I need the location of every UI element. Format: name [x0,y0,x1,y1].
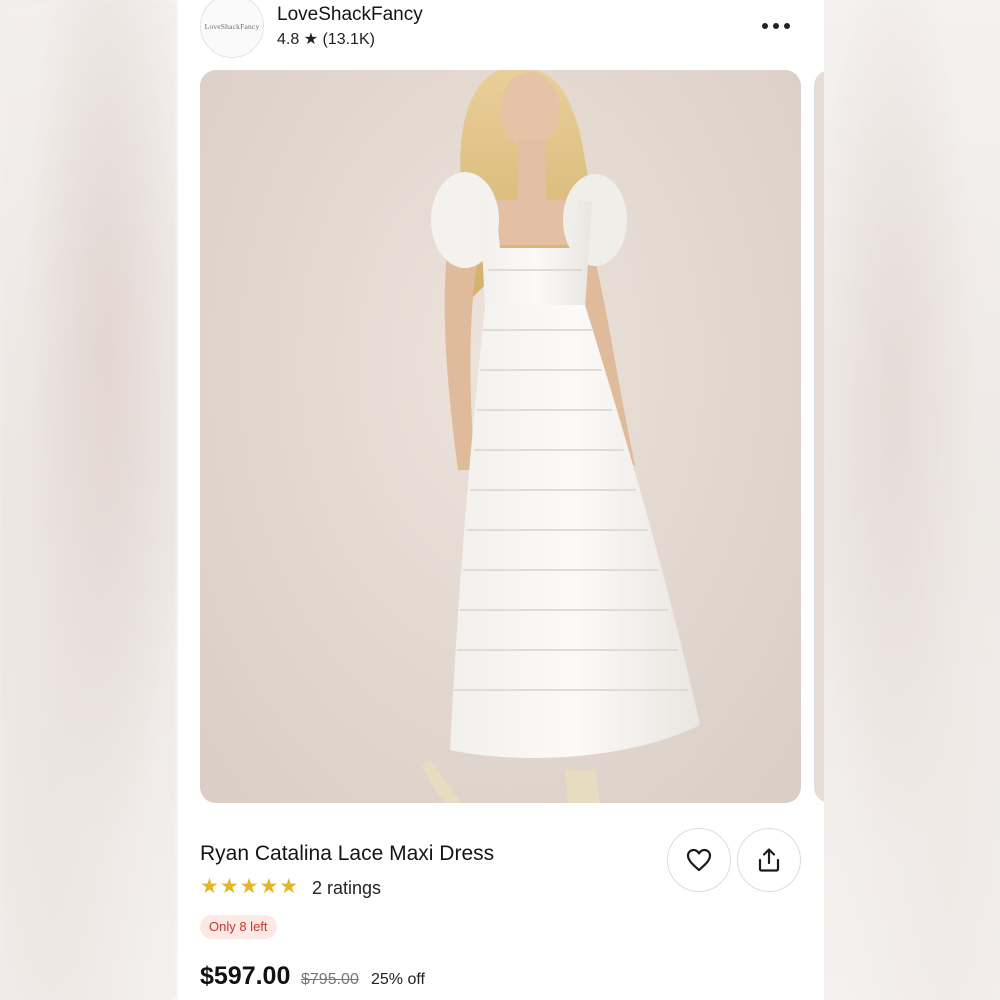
rating-stars: ★ ★ ★ ★ ★ [200,876,298,898]
shop-avatar[interactable]: LoveShackFancy [200,0,264,58]
star-icon: ★ [239,875,259,898]
star-icon: ★ [200,875,219,898]
more-horizontal-icon [773,23,779,29]
star-icon: ★ [279,875,299,898]
background-blur-left [0,0,178,1000]
share-button[interactable] [737,828,801,892]
rating-count[interactable]: 2 ratings [312,878,381,899]
share-icon [758,848,780,872]
more-horizontal-icon [784,23,790,29]
shop-rating: 4.8 ★ (13.1K) [277,31,375,48]
more-options-button[interactable] [756,12,796,40]
star-icon: ★ [219,875,239,898]
background-blur-right [824,0,1000,1000]
heart-icon [686,848,712,872]
price: $597.00 [200,962,291,990]
more-horizontal-icon [762,23,768,29]
product-listing-screen: LoveShackFancy LoveShackFancy 4.8 ★ (13.… [178,0,824,1000]
discount-label: 25% off [371,971,425,988]
shop-name[interactable]: LoveShackFancy [277,4,423,26]
product-title: Ryan Catalina Lace Maxi Dress [200,842,495,865]
next-image-peek[interactable] [814,70,824,803]
shop-logo-text: LoveShackFancy [204,21,260,31]
favorite-button[interactable] [667,828,731,892]
dress-illustration [422,70,700,803]
product-image[interactable] [200,70,801,803]
star-icon: ★ [259,875,279,898]
original-price: $795.00 [301,971,359,988]
stock-badge: Only 8 left [200,915,277,939]
